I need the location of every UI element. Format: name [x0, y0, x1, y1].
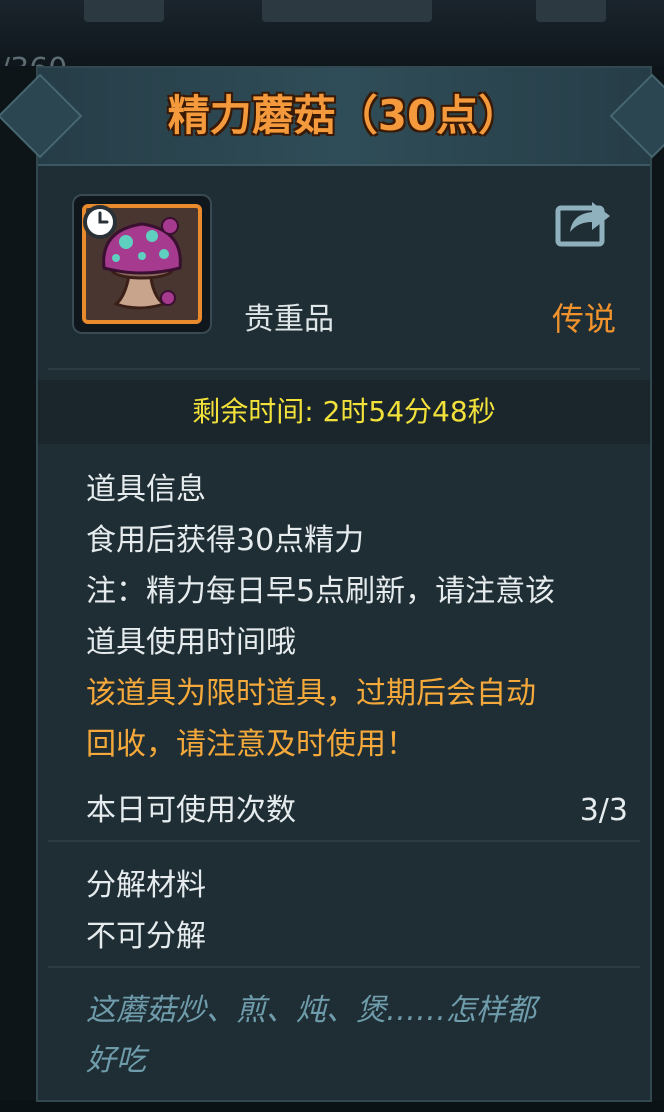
daily-uses-value: 3/3	[579, 793, 628, 828]
divider	[48, 966, 640, 968]
popup-header: 精力蘑菇（30点）	[0, 68, 664, 166]
item-info-line: 食用后获得30点精力	[86, 523, 365, 558]
item-rarity: 传说	[551, 300, 616, 338]
decompose-section: 分解材料 不可分解	[86, 860, 206, 962]
daily-uses-label: 本日可使用次数	[86, 793, 296, 828]
background-slot	[84, 0, 164, 22]
remaining-time: 剩余时间: 2时54分48秒	[38, 380, 650, 444]
flavor-text: 这蘑菇炒、煎、炖、煲……怎样都 好吃	[86, 986, 626, 1086]
item-info-line: 注：精力每日早5点刷新，请注意该	[86, 574, 556, 609]
expiry-warning-line: 回收，请注意及时使用！	[86, 727, 416, 762]
item-info-heading: 道具信息	[86, 472, 206, 507]
expiry-warning-line: 该道具为限时道具，过期后会自动	[86, 676, 536, 711]
flavor-line: 好吃	[86, 1043, 146, 1078]
share-icon[interactable]	[554, 194, 614, 248]
item-category: 贵重品	[244, 302, 334, 337]
item-title: 精力蘑菇（30点）	[167, 91, 521, 140]
item-info-section: 道具信息 食用后获得30点精力 注：精力每日早5点刷新，请注意该 道具使用时间哦…	[86, 464, 555, 770]
divider	[48, 368, 640, 370]
background-right	[652, 66, 664, 1112]
clock-icon	[83, 205, 117, 239]
background-slot	[262, 0, 432, 22]
divider	[48, 840, 640, 842]
decompose-value: 不可分解	[86, 919, 206, 954]
flavor-line: 这蘑菇炒、煎、炖、煲……怎样都	[86, 993, 536, 1028]
item-detail-popup: 精力蘑菇（30点） 贵重品 传说 剩余时间: 2时54分48秒 道具信息 食用后…	[0, 66, 664, 1102]
background-slot	[536, 0, 606, 22]
item-info-line: 道具使用时间哦	[86, 625, 296, 660]
decompose-heading: 分解材料	[86, 868, 206, 903]
background-top-bar	[0, 0, 664, 66]
background-left	[0, 66, 36, 1112]
